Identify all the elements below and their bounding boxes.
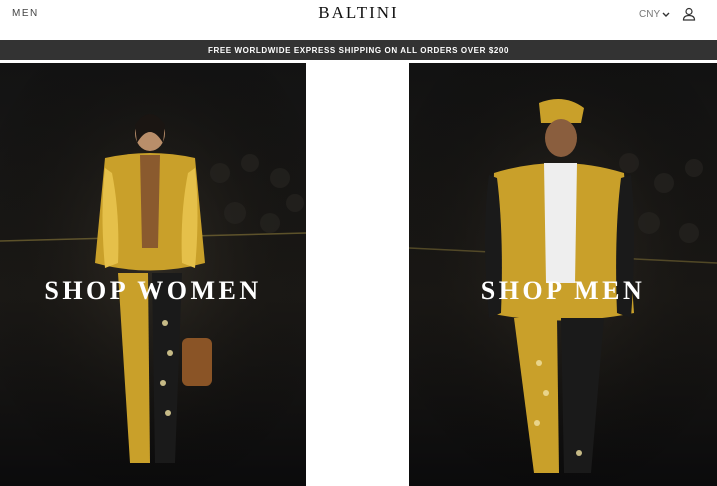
user-icon[interactable] [682,7,696,21]
site-logo[interactable]: BALTINI [0,3,717,23]
currency-label: CNY [639,9,661,20]
chevron-down-icon [662,12,670,17]
shipping-banner: FREE WORLDWIDE EXPRESS SHIPPING ON ALL O… [0,40,717,60]
currency-selector[interactable]: CNY [639,9,670,20]
shop-women-panel[interactable]: SHOP WOMEN [0,63,306,486]
shop-men-panel[interactable]: SHOP MEN [409,63,717,486]
site-header: MEN BALTINI CNY [0,0,717,40]
men-runway-image [409,63,717,486]
women-runway-image [0,63,306,486]
shop-women-label[interactable]: SHOP WOMEN [0,276,306,306]
shop-men-label[interactable]: SHOP MEN [409,276,717,306]
